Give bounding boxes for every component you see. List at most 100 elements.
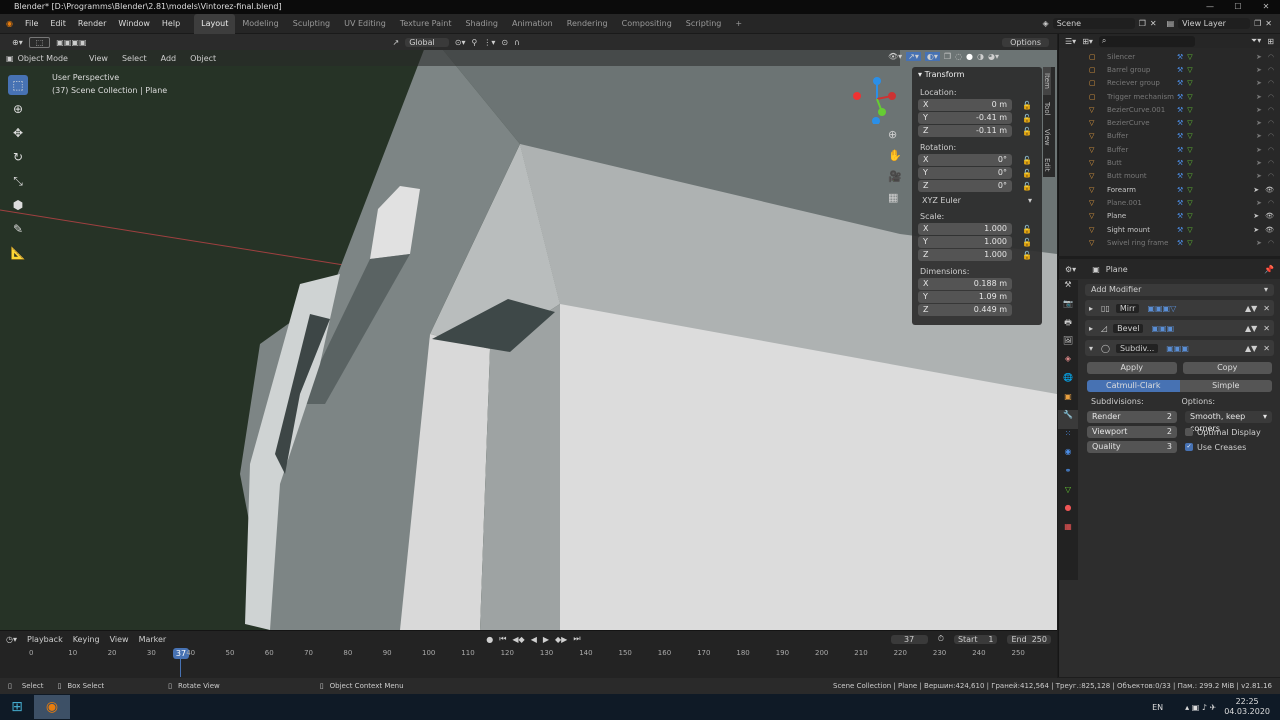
collapse-icon[interactable]: ▾ bbox=[1089, 344, 1093, 353]
outliner-row[interactable]: ▢ Reciever group ⚒ ▽ ➤ ◠ bbox=[1059, 77, 1280, 90]
cursor-tool-icon[interactable]: ⊕ bbox=[8, 99, 28, 119]
move-tool-icon[interactable]: ✥ bbox=[8, 123, 28, 143]
scale-z-field[interactable]: Z 1.000 bbox=[918, 249, 1012, 261]
visibility-eye-icon[interactable]: ◠ bbox=[1268, 106, 1274, 114]
menu-render[interactable]: Render bbox=[72, 14, 112, 34]
move-arrows-icon[interactable]: ▲▼ bbox=[1245, 344, 1257, 353]
location-x-field[interactable]: X 0 m bbox=[918, 99, 1012, 111]
outliner-row[interactable]: ▽ Sight mount ⚒ ▽ ➤ 👁 bbox=[1059, 223, 1280, 236]
dimensions-y-field[interactable]: Y 1.09 m bbox=[918, 291, 1012, 303]
tab-modeling[interactable]: Modeling bbox=[235, 14, 285, 34]
scale-y-field[interactable]: Y 1.000 bbox=[918, 236, 1012, 248]
options-button[interactable]: Options bbox=[1002, 37, 1049, 47]
tab-scripting[interactable]: Scripting bbox=[679, 14, 729, 34]
output-tab-icon[interactable]: 🖶 bbox=[1058, 317, 1078, 336]
add-workspace-button[interactable]: + bbox=[728, 14, 749, 34]
timeline-ruler[interactable]: 37 0 10 20 30 40 50 60 70 80 90 100 110 120 130 140 150… bbox=[0, 647, 1057, 677]
menu-window[interactable]: Window bbox=[112, 14, 156, 34]
data-tab-icon[interactable]: ▽ bbox=[1058, 485, 1078, 504]
selectable-icon[interactable]: ➤ bbox=[1256, 146, 1262, 154]
play-reverse-icon[interactable]: ◀ bbox=[531, 635, 537, 644]
minimize-button[interactable]: — bbox=[1196, 0, 1224, 14]
jump-start-icon[interactable]: ⏮ bbox=[499, 634, 506, 644]
outliner-row[interactable]: ▢ Trigger mechanism ⚒ ▽ ➤ ◠ bbox=[1059, 90, 1280, 103]
move-arrows-icon[interactable]: ▲▼ bbox=[1245, 304, 1257, 313]
selectable-icon[interactable]: ➤ bbox=[1253, 186, 1259, 194]
dimensions-x-field[interactable]: X 0.188 m bbox=[918, 278, 1012, 290]
selectable-icon[interactable]: ➤ bbox=[1256, 53, 1262, 61]
expand-icon[interactable]: ▸ bbox=[1089, 304, 1093, 313]
clock[interactable]: 22:25 04.03.2020 bbox=[1224, 697, 1270, 717]
selectable-icon[interactable]: ➤ bbox=[1256, 93, 1262, 101]
menu-help[interactable]: Help bbox=[156, 14, 186, 34]
maximize-button[interactable]: ☐ bbox=[1224, 0, 1252, 14]
menu-file[interactable]: File bbox=[19, 14, 44, 34]
object-tab-icon[interactable]: ▣ bbox=[1058, 392, 1078, 411]
modifier-bevel[interactable]: ▸ ◿ Bevel ▣▣▣ ▲▼ ✕ bbox=[1085, 320, 1274, 336]
tab-animation[interactable]: Animation bbox=[505, 14, 560, 34]
apply-button[interactable]: Apply bbox=[1087, 362, 1177, 374]
rotate-tool-icon[interactable]: ↻ bbox=[8, 147, 28, 167]
viewport-menu-add[interactable]: Add bbox=[154, 54, 184, 63]
tool-tab-icon[interactable]: ⚒ bbox=[1058, 280, 1078, 299]
selectable-icon[interactable]: ➤ bbox=[1256, 199, 1262, 207]
snap-options-icon[interactable]: ⋮▾ bbox=[483, 38, 495, 47]
pivot-icon[interactable]: ⊙▾ bbox=[455, 38, 466, 47]
outliner-row[interactable]: ▽ Swivel ring frame ⚒ ▽ ➤ ◠ bbox=[1059, 236, 1280, 249]
outliner-row[interactable]: ▽ Forearm ⚒ ▽ ➤ 👁 bbox=[1059, 183, 1280, 196]
snap-icon[interactable]: ⚲ bbox=[471, 38, 477, 47]
remove-modifier-icon[interactable]: ✕ bbox=[1263, 304, 1270, 313]
new-collection-icon[interactable]: ⊞ bbox=[1267, 37, 1274, 46]
windows-start-icon[interactable]: ⊞ bbox=[0, 699, 34, 715]
filter-icon[interactable]: ⏷▾ bbox=[1251, 36, 1261, 46]
zoom-icon[interactable]: ⊕ bbox=[888, 128, 902, 141]
lock-icon[interactable]: 🔓 bbox=[1022, 101, 1032, 110]
gizmo-icon[interactable]: ↗▾ bbox=[906, 52, 921, 61]
close-layer-icon[interactable]: ✕ bbox=[1265, 19, 1272, 28]
visibility-eye-icon[interactable]: ◠ bbox=[1268, 66, 1274, 74]
quality-field[interactable]: Quality 3 bbox=[1087, 441, 1177, 453]
lock-icon[interactable]: 🔓 bbox=[1022, 225, 1032, 234]
preview-range-icon[interactable]: ⏱ bbox=[938, 634, 944, 644]
modifier-name-mirror[interactable]: Mirr bbox=[1115, 303, 1140, 313]
outliner-row[interactable]: ▽ Butt ⚒ ▽ ➤ ◠ bbox=[1059, 156, 1280, 169]
select-mode-icons[interactable]: ▣▣▣▣ bbox=[50, 38, 92, 47]
pin-icon[interactable]: 📌 bbox=[1264, 265, 1274, 274]
uv-smooth-select[interactable]: Smooth, keep corners ▾ bbox=[1185, 411, 1272, 433]
timeline-menu-playback[interactable]: Playback bbox=[27, 635, 63, 644]
lock-icon[interactable]: 🔓 bbox=[1022, 238, 1032, 247]
sidebar-tab-view[interactable]: View bbox=[1043, 123, 1051, 151]
tab-uv-editing[interactable]: UV Editing bbox=[337, 14, 393, 34]
rotation-x-field[interactable]: X 0° bbox=[918, 154, 1012, 166]
visibility-icon[interactable]: 👁▾ bbox=[888, 52, 902, 61]
end-frame-field[interactable]: End 250 bbox=[1007, 634, 1051, 644]
outliner-row[interactable]: ▽ Buffer ⚒ ▽ ➤ ◠ bbox=[1059, 130, 1280, 143]
visibility-eye-icon[interactable]: ◠ bbox=[1268, 53, 1274, 61]
wireframe-shading-icon[interactable]: ◌ bbox=[955, 52, 962, 61]
selectable-icon[interactable]: ➤ bbox=[1256, 119, 1262, 127]
falloff-icon[interactable]: ∩ bbox=[514, 38, 520, 47]
selectable-icon[interactable]: ➤ bbox=[1253, 226, 1259, 234]
lock-icon[interactable]: 🔓 bbox=[1022, 182, 1032, 191]
constraints-tab-icon[interactable]: ⚭ bbox=[1058, 466, 1078, 485]
outliner-row[interactable]: ▢ Barrel group ⚒ ▽ ➤ ◠ bbox=[1059, 63, 1280, 76]
proportional-icon[interactable]: ⊙ bbox=[501, 38, 508, 47]
viewport-menu-view[interactable]: View bbox=[82, 54, 115, 63]
visibility-eye-icon[interactable]: ◠ bbox=[1268, 132, 1274, 140]
editor-type-icon[interactable]: ⊕▾ bbox=[6, 38, 29, 47]
lock-icon[interactable]: 🔓 bbox=[1022, 114, 1032, 123]
annotate-tool-icon[interactable]: ✎ bbox=[8, 219, 28, 239]
language-indicator[interactable]: EN bbox=[1152, 703, 1163, 712]
particles-tab-icon[interactable]: ⁙ bbox=[1058, 429, 1078, 448]
blender-logo-icon[interactable]: ◉ bbox=[0, 14, 19, 34]
select-box-tool-icon[interactable]: ⬚ bbox=[8, 75, 28, 95]
select-tool-icon[interactable]: ⬚ bbox=[28, 36, 51, 48]
prev-key-icon[interactable]: ◀◆ bbox=[512, 635, 524, 644]
tab-shading[interactable]: Shading bbox=[458, 14, 505, 34]
scene-tab-icon[interactable]: ◈ bbox=[1058, 354, 1078, 373]
blender-taskbar-icon[interactable]: ◉ bbox=[34, 695, 70, 719]
viewport-menu-select[interactable]: Select bbox=[115, 54, 154, 63]
view-layer-tab-icon[interactable]: 🖼 bbox=[1058, 336, 1078, 355]
texture-tab-icon[interactable]: ▦ bbox=[1058, 522, 1078, 541]
selectable-icon[interactable]: ➤ bbox=[1256, 159, 1262, 167]
